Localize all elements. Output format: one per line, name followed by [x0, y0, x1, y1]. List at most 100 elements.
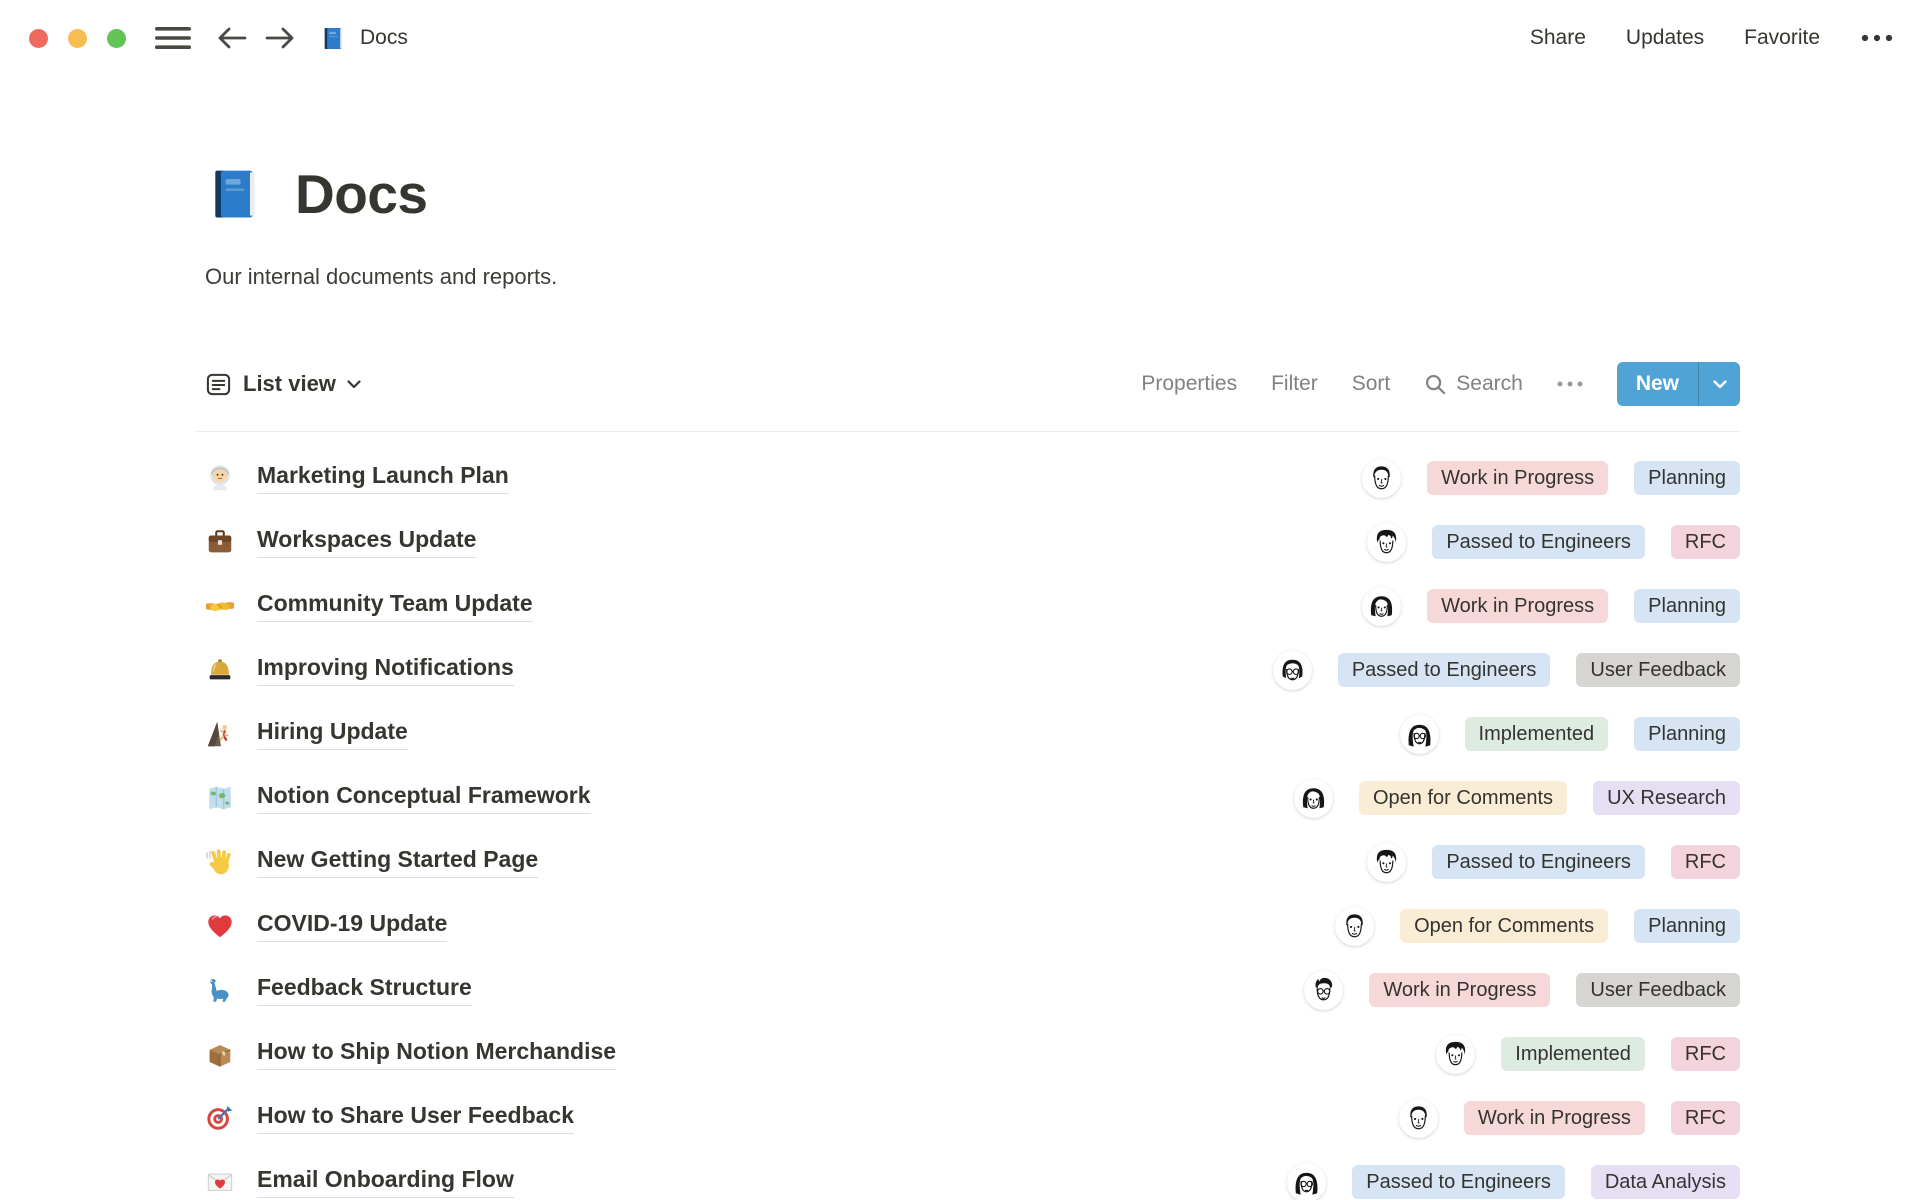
status-badge: Work in Progress	[1427, 461, 1609, 495]
handshake-icon	[205, 591, 235, 621]
page-title[interactable]: Docs	[295, 162, 428, 226]
row-properties: Passed to Engineers RFC	[1367, 523, 1740, 562]
document-list: Marketing Launch Plan Work in Progress P…	[205, 446, 1740, 1200]
page-title-link[interactable]: Email Onboarding Flow	[257, 1166, 514, 1198]
toolbar-more-icon[interactable]	[1557, 381, 1583, 387]
category-badge: Planning	[1634, 717, 1740, 751]
list-item[interactable]: Improving Notifications Passed to Engine…	[205, 638, 1740, 702]
view-switcher[interactable]: List view	[205, 371, 361, 398]
row-properties: Passed to Engineers User Feedback	[1273, 651, 1740, 690]
zoom-button[interactable]	[107, 28, 126, 48]
status-badge: Work in Progress	[1427, 589, 1609, 623]
list-view-icon	[206, 373, 231, 395]
category-badge: User Feedback	[1576, 653, 1740, 687]
category-badge: Planning	[1634, 589, 1740, 623]
share-button[interactable]: Share	[1530, 26, 1586, 50]
category-badge: RFC	[1670, 845, 1740, 879]
window-controls	[29, 28, 126, 48]
filter-button[interactable]: Filter	[1271, 372, 1318, 396]
list-item[interactable]: New Getting Started Page Passed to Engin…	[205, 830, 1740, 894]
list-item[interactable]: Workspaces Update Passed to Engineers RF…	[205, 510, 1740, 574]
list-item[interactable]: How to Ship Notion Merchandise Implement…	[205, 1022, 1740, 1086]
status-badge: Passed to Engineers	[1432, 525, 1645, 559]
doc-book-icon	[320, 25, 347, 52]
list-item[interactable]: Notion Conceptual Framework Open for Com…	[205, 766, 1740, 830]
status-badge: Work in Progress	[1369, 973, 1551, 1007]
minimize-button[interactable]	[68, 28, 87, 48]
row-properties: Open for Comments Planning	[1335, 907, 1740, 946]
row-properties: Passed to Engineers Data Analysis	[1287, 1163, 1740, 1200]
status-badge: Open for Comments	[1400, 909, 1609, 943]
avatar	[1304, 971, 1343, 1010]
avatar	[1294, 779, 1333, 818]
search-icon	[1426, 374, 1446, 394]
category-badge: RFC	[1670, 1037, 1740, 1071]
avatar	[1287, 1163, 1326, 1200]
status-badge: Implemented	[1464, 717, 1609, 751]
avatar	[1273, 651, 1312, 690]
category-badge: RFC	[1670, 525, 1740, 559]
forward-arrow-icon[interactable]	[264, 24, 296, 52]
row-properties: Work in Progress RFC	[1399, 1099, 1740, 1138]
category-badge: UX Research	[1593, 781, 1740, 815]
new-button-group: New	[1616, 362, 1740, 406]
page-title-link[interactable]: Hiring Update	[257, 718, 408, 750]
avatar	[1436, 1035, 1475, 1074]
new-button[interactable]: New	[1617, 362, 1698, 406]
row-properties: Open for Comments UX Research	[1294, 779, 1740, 818]
page-title-link[interactable]: How to Ship Notion Merchandise	[257, 1038, 617, 1070]
climber-icon	[205, 719, 235, 749]
wave-icon	[205, 847, 235, 877]
target-icon	[205, 1103, 235, 1133]
toolbar-divider	[195, 431, 1740, 432]
page-book-icon[interactable]	[205, 164, 265, 224]
sidebar-menu-icon[interactable]	[154, 23, 192, 53]
dinosaur-icon	[205, 975, 235, 1005]
row-properties: Work in Progress Planning	[1362, 459, 1740, 498]
list-item[interactable]: COVID-19 Update Open for Comments Planni…	[205, 894, 1740, 958]
page-title-link[interactable]: How to Share User Feedback	[257, 1102, 574, 1134]
window-title: Docs	[360, 26, 408, 49]
status-badge: Open for Comments	[1358, 781, 1568, 815]
list-item[interactable]: Community Team Update Work in Progress P…	[205, 574, 1740, 638]
status-badge: Passed to Engineers	[1337, 653, 1551, 687]
close-button[interactable]	[29, 28, 48, 48]
more-options-icon[interactable]	[1860, 34, 1894, 42]
briefcase-icon	[205, 527, 235, 557]
properties-button[interactable]: Properties	[1141, 372, 1237, 396]
map-icon	[205, 783, 235, 813]
list-item[interactable]: Hiring Update Implemented Planning	[205, 702, 1740, 766]
page-title-link[interactable]: COVID-19 Update	[257, 910, 448, 942]
back-arrow-icon[interactable]	[216, 24, 248, 52]
package-icon	[205, 1039, 235, 1069]
page-title-link[interactable]: Marketing Launch Plan	[257, 462, 509, 494]
page-title-link[interactable]: Community Team Update	[257, 590, 533, 622]
status-badge: Passed to Engineers	[1352, 1165, 1565, 1199]
love-letter-icon	[205, 1167, 235, 1197]
page-title-link[interactable]: New Getting Started Page	[257, 846, 539, 878]
list-item[interactable]: Email Onboarding Flow Passed to Engineer…	[205, 1150, 1740, 1200]
category-badge: Data Analysis	[1590, 1165, 1740, 1199]
page-body: Docs Our internal documents and reports.…	[195, 162, 1740, 1200]
bell-icon	[205, 655, 235, 685]
row-properties: Work in Progress Planning	[1362, 587, 1740, 626]
page-title-link[interactable]: Workspaces Update	[257, 526, 477, 558]
page-subtitle[interactable]: Our internal documents and reports.	[205, 264, 1740, 290]
category-badge: User Feedback	[1576, 973, 1740, 1007]
list-item[interactable]: Marketing Launch Plan Work in Progress P…	[205, 446, 1740, 510]
favorite-button[interactable]: Favorite	[1744, 26, 1820, 50]
list-item[interactable]: Feedback Structure Work in Progress User…	[205, 958, 1740, 1022]
updates-button[interactable]: Updates	[1626, 26, 1704, 50]
new-dropdown-button[interactable]	[1698, 362, 1740, 406]
page-title-link[interactable]: Notion Conceptual Framework	[257, 782, 591, 814]
sort-button[interactable]: Sort	[1352, 372, 1391, 396]
row-properties: Passed to Engineers RFC	[1367, 843, 1740, 882]
avatar	[1335, 907, 1374, 946]
category-badge: RFC	[1670, 1101, 1740, 1135]
page-title-link[interactable]: Improving Notifications	[257, 654, 514, 686]
page-title-link[interactable]: Feedback Structure	[257, 974, 472, 1006]
list-item[interactable]: How to Share User Feedback Work in Progr…	[205, 1086, 1740, 1150]
search-button[interactable]: Search	[1424, 372, 1523, 396]
astronaut-icon	[205, 463, 235, 493]
status-badge: Implemented	[1501, 1037, 1645, 1071]
